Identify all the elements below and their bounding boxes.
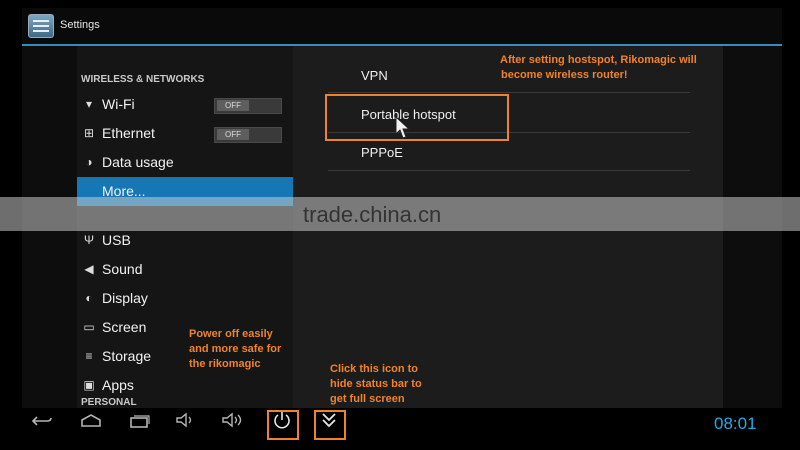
section-header-wireless: WIRELESS & NETWORKS (81, 74, 205, 85)
settings-item-label: Storage (102, 348, 152, 364)
mouse-cursor-icon (395, 116, 411, 139)
settings-item-ethernet[interactable]: ⊞ Ethernet OFF (77, 119, 293, 148)
settings-item-display[interactable]: ◐ Display (77, 284, 293, 313)
back-icon[interactable] (27, 411, 57, 437)
divider (328, 92, 690, 93)
ethernet-toggle[interactable]: OFF (214, 127, 282, 143)
action-bar: Settings (22, 8, 782, 46)
app-title: Settings (60, 19, 100, 31)
volume-down-icon[interactable] (170, 411, 200, 437)
speaker-icon: ◀ (84, 262, 94, 276)
settings-item-sound[interactable]: ◀ Sound (77, 255, 293, 284)
screen: Settings WIRELESS & NETWORKS ▾ Wi-Fi OFF… (0, 0, 800, 450)
screen-icon: ▭ (83, 320, 95, 334)
watermark-band: trade.china.cn (0, 197, 800, 231)
pref-pppoe[interactable]: PPPoE (361, 145, 403, 160)
settings-item-apps[interactable]: ▣ Apps (77, 371, 293, 400)
hotspot-annotation: After setting hostspot, Rikomagic will b… (500, 54, 697, 81)
pref-vpn[interactable]: VPN (361, 68, 388, 83)
data-usage-icon: ◑ (85, 155, 93, 169)
settings-item-label: USB (102, 232, 131, 248)
settings-item-label: Ethernet (102, 125, 155, 141)
settings-item-label: Screen (102, 319, 147, 335)
wifi-toggle[interactable]: OFF (214, 98, 282, 114)
watermark-text: trade.china.cn (303, 202, 442, 227)
recent-apps-icon[interactable] (125, 411, 155, 437)
volume-up-icon[interactable] (218, 411, 248, 437)
section-header-personal: PERSONAL (81, 397, 137, 408)
ethernet-icon: ⊞ (83, 126, 95, 140)
navigation-bar: 08:01 (22, 408, 782, 440)
power-icon[interactable] (267, 411, 297, 437)
divider (328, 170, 690, 171)
settings-item-wifi[interactable]: ▾ Wi-Fi OFF (77, 90, 293, 119)
wifi-icon: ▾ (85, 97, 93, 111)
settings-item-label: Wi-Fi (102, 96, 135, 112)
home-icon[interactable] (76, 411, 106, 437)
settings-item-label: Display (102, 290, 148, 306)
usb-icon: Ψ (83, 233, 95, 247)
storage-icon: ≡ (85, 349, 93, 363)
settings-item-label: Sound (102, 261, 143, 277)
display-icon: ◐ (85, 291, 93, 305)
power-annotation: Power off easily and more safe for the r… (189, 328, 282, 370)
settings-item-label: Data usage (102, 154, 174, 170)
settings-item-data-usage[interactable]: ◑ Data usage (77, 148, 293, 177)
settings-item-label: Apps (102, 377, 134, 393)
settings-app-icon (28, 14, 54, 38)
hotspot-highlight (325, 94, 509, 141)
apps-icon: ▣ (83, 378, 95, 392)
clock: 08:01 (714, 414, 757, 433)
hide-statusbar-icon[interactable] (314, 411, 344, 437)
statusbar-annotation: Click this icon to hide status bar to ge… (330, 363, 422, 405)
